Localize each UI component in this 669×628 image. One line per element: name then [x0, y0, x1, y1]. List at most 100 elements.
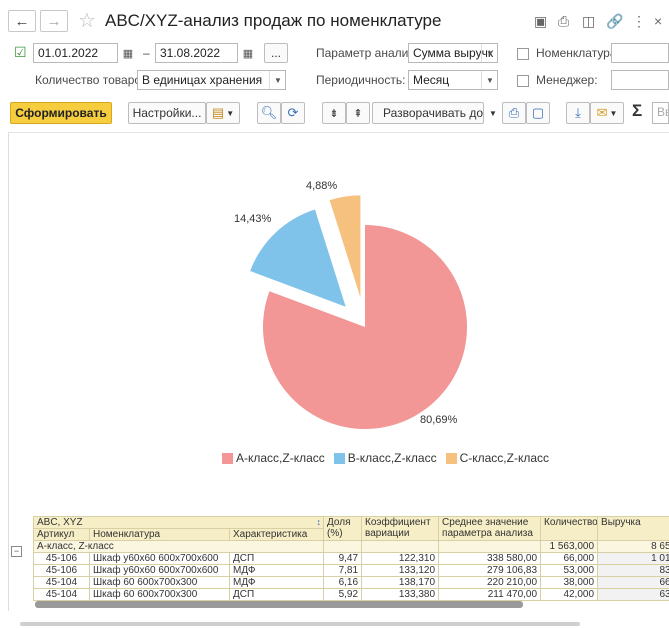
- download-button[interactable]: ⤓: [566, 102, 590, 124]
- horizontal-scrollbar[interactable]: [35, 601, 523, 608]
- table-header-row-1: ABC, XYZ ↕ Доля (%) Коэффициент вариации …: [33, 516, 669, 541]
- cell-coef: 133,380: [361, 588, 440, 601]
- cell-qty: 42,000: [540, 588, 599, 601]
- chevron-down-icon[interactable]: ▼: [481, 71, 498, 89]
- group-row-label: А-класс, Z-класс: [33, 540, 325, 553]
- col-article[interactable]: Артикул: [33, 528, 90, 541]
- qty-label: Количество товаров:: [35, 73, 151, 87]
- close-icon[interactable]: ×: [654, 13, 662, 29]
- arrow-right-icon: →: [46, 12, 62, 30]
- report-variant-icon: ▤: [211, 105, 225, 120]
- period-select-button[interactable]: ...: [264, 43, 288, 63]
- cell-coef: 133,120: [361, 564, 440, 577]
- search-icon: 🔍︎: [260, 105, 278, 120]
- arrow-left-icon: ←: [14, 12, 30, 30]
- more-menu-icon[interactable]: ⋮: [632, 13, 646, 30]
- variants-button[interactable]: ▤ ▼: [206, 102, 240, 124]
- date-from-input[interactable]: 01.01.2022: [33, 43, 118, 63]
- collapse-button[interactable]: ⇟: [322, 102, 346, 124]
- report-table-wrap: ABC, XYZ ↕ Доля (%) Коэффициент вариации …: [33, 516, 669, 601]
- cell-article: 45-104: [33, 588, 90, 601]
- col-characteristic[interactable]: Характеристика: [228, 528, 325, 541]
- page-title: ABC/XYZ-анализ продаж по номенклатуре: [105, 11, 442, 30]
- col-share[interactable]: Доля (%): [323, 516, 363, 541]
- back-button[interactable]: ←: [8, 10, 36, 32]
- preview-icon[interactable]: ◫: [582, 13, 595, 30]
- cell-nomenclature: Шкаф у60х60 600х700х600: [89, 564, 230, 577]
- generate-button[interactable]: Сформировать: [10, 102, 112, 124]
- slice-b-label: 14,43%: [234, 213, 272, 225]
- expand-button[interactable]: ⇞: [346, 102, 370, 124]
- find-button[interactable]: 🔍︎: [257, 102, 281, 124]
- col-nomenclature[interactable]: Номенклатура: [89, 528, 230, 541]
- cell-characteristic: ДСП: [228, 552, 325, 565]
- group-row[interactable]: А-класс, Z-класс 1 563,000 8 651 06: [33, 540, 669, 553]
- manager-checkbox[interactable]: [517, 75, 529, 87]
- group-row-revenue: 8 651 06: [597, 540, 669, 553]
- expand-to-label: Разворачивать до: [383, 106, 484, 120]
- sort-icon[interactable]: ↕: [317, 518, 322, 528]
- chevron-down-icon: ▼: [609, 108, 618, 118]
- col-qty[interactable]: Количество: [540, 516, 599, 541]
- link-icon[interactable]: 🔗: [606, 13, 623, 30]
- nomenclature-checkbox[interactable]: [517, 48, 529, 60]
- periodicity-label: Периодичность:: [316, 73, 406, 87]
- date-separator: –: [143, 46, 150, 60]
- table-row[interactable]: 45-104 Шкаф 60 600х700х300 ДСП 5,92 133,…: [33, 588, 669, 601]
- table-row[interactable]: 45-104 Шкаф 60 600х700х300 МДФ 6,16 138,…: [33, 576, 669, 589]
- calendar-to-icon[interactable]: ▦: [238, 43, 258, 63]
- cell-nomenclature: Шкаф 60 600х700х300: [89, 588, 230, 601]
- col-coef[interactable]: Коэффициент вариации: [361, 516, 440, 541]
- sum-placeholder: Вв: [657, 105, 668, 119]
- legend-label-c: С-класс,Z-класс: [459, 451, 550, 465]
- expand-levels-icon: ⇞: [353, 107, 363, 120]
- manager-label: Менеджер:: [536, 73, 598, 87]
- legend-label-b: В-класс,Z-класс: [347, 451, 437, 465]
- find-next-button[interactable]: ⟳: [281, 102, 305, 124]
- table-row[interactable]: 45-106 Шкаф у60х60 600х700х600 ДСП 9,47 …: [33, 552, 669, 565]
- chevron-down-icon[interactable]: ▼: [481, 44, 498, 62]
- window-scrollbar[interactable]: [20, 622, 580, 626]
- group-row-share: [323, 540, 363, 553]
- nomenclature-input[interactable]: [611, 43, 669, 63]
- sum-icon[interactable]: Σ: [632, 101, 642, 121]
- cell-revenue: 634 41: [597, 588, 669, 601]
- print-icon: ⎙: [508, 105, 520, 120]
- cell-share: 9,47: [323, 552, 363, 565]
- cell-revenue: 660 63: [597, 576, 669, 589]
- cell-article: 45-106: [33, 564, 90, 577]
- print-button[interactable]: ⎙: [502, 102, 526, 124]
- date-to-input[interactable]: 31.08.2022: [155, 43, 238, 63]
- group-header[interactable]: ABC, XYZ ↕: [33, 516, 325, 529]
- sum-field[interactable]: Вв: [652, 102, 669, 124]
- favorite-star-icon[interactable]: ☆: [78, 8, 96, 33]
- settings-button[interactable]: Настройки...: [128, 102, 206, 124]
- periodicity-value: Месяц: [413, 73, 450, 87]
- manager-input[interactable]: [611, 70, 669, 90]
- calendar-from-icon[interactable]: ▦: [118, 43, 138, 63]
- cell-nomenclature: Шкаф у60х60 600х700х600: [89, 552, 230, 565]
- cell-share: 5,92: [323, 588, 363, 601]
- print-icon[interactable]: ⎙: [558, 13, 569, 30]
- cell-nomenclature: Шкаф 60 600х700х300: [89, 576, 230, 589]
- chevron-down-icon: ▼: [489, 108, 497, 118]
- qty-select[interactable]: В единицах хранения: [137, 70, 286, 90]
- chart-legend: А-класс,Z-класс В-класс,Z-класс С-класс,…: [222, 451, 549, 465]
- forward-button[interactable]: →: [40, 10, 68, 32]
- preview-icon: ▢: [531, 105, 545, 120]
- cell-qty: 53,000: [540, 564, 599, 577]
- period-checkbox[interactable]: ☑: [14, 44, 27, 61]
- table-row[interactable]: 45-106 Шкаф у60х60 600х700х600 МДФ 7,81 …: [33, 564, 669, 577]
- cell-coef: 138,170: [361, 576, 440, 589]
- cell-qty: 66,000: [540, 552, 599, 565]
- col-revenue[interactable]: Выручка: [597, 516, 669, 541]
- col-avg[interactable]: Среднее значение параметра анализа: [438, 516, 542, 541]
- qty-value: В единицах хранения: [142, 73, 263, 87]
- collapse-group-icon[interactable]: −: [11, 546, 22, 557]
- save-icon[interactable]: ▣: [534, 13, 547, 30]
- preview-button[interactable]: ▢: [526, 102, 550, 124]
- group-row-avg: [438, 540, 542, 553]
- expand-to-dropdown[interactable]: Разворачивать до ▼: [372, 102, 497, 124]
- send-email-button[interactable]: ✉ ▼: [590, 102, 624, 124]
- chevron-down-icon[interactable]: ▼: [269, 71, 286, 89]
